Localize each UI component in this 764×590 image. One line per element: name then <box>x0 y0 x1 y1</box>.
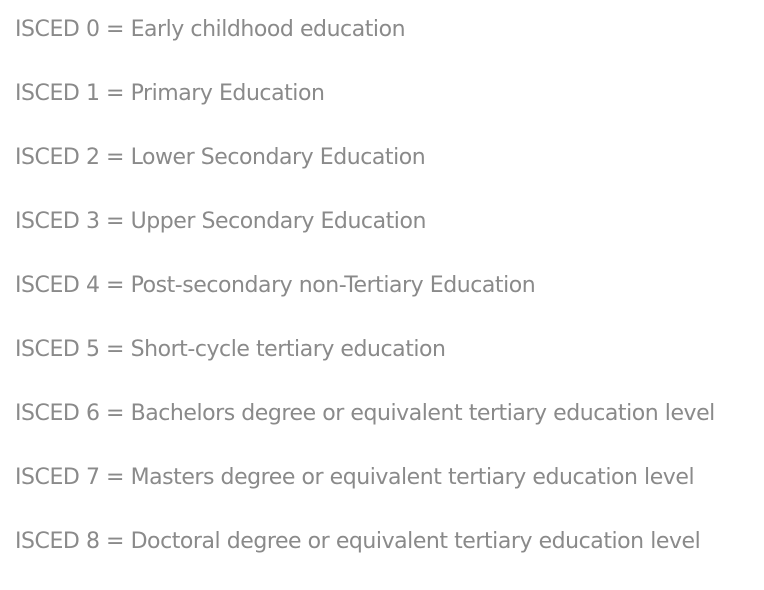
isced-level-list: ISCED 0 = Early childhood education ISCE… <box>15 14 715 590</box>
isced-level-0: ISCED 0 = Early childhood education <box>15 17 406 42</box>
isced-level-5: ISCED 5 = Short-cycle tertiary education <box>15 337 446 362</box>
isced-level-2: ISCED 2 = Lower Secondary Education <box>15 145 426 170</box>
isced-level-6: ISCED 6 = Bachelors degree or equivalent… <box>15 401 715 426</box>
isced-level-4: ISCED 4 = Post-secondary non-Tertiary Ed… <box>15 273 536 298</box>
isced-level-3: ISCED 3 = Upper Secondary Education <box>15 209 426 234</box>
isced-level-7: ISCED 7 = Masters degree or equivalent t… <box>15 465 695 490</box>
isced-level-8: ISCED 8 = Doctoral degree or equivalent … <box>15 529 701 554</box>
isced-level-1: ISCED 1 = Primary Education <box>15 81 325 106</box>
